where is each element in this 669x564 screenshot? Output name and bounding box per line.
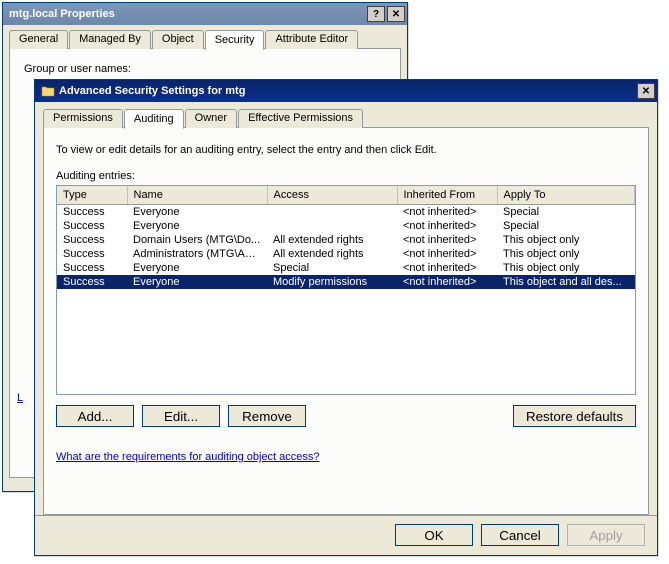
tab-effective-permissions[interactable]: Effective Permissions <box>238 109 363 128</box>
col-access[interactable]: Access <box>267 186 397 204</box>
cell-apply: This object only <box>497 247 635 261</box>
auditing-listview[interactable]: Type Name Access Inherited From Apply To… <box>56 185 636 395</box>
cell-name: Everyone <box>127 204 267 219</box>
cell-access <box>267 219 397 233</box>
col-name[interactable]: Name <box>127 186 267 204</box>
cell-access: All extended rights <box>267 233 397 247</box>
advanced-security-window: Advanced Security Settings for mtg ✕ Per… <box>34 79 658 556</box>
advanced-tabs: Permissions Auditing Owner Effective Per… <box>43 109 649 128</box>
cell-access: All extended rights <box>267 247 397 261</box>
cell-type: Success <box>57 204 127 219</box>
close-button[interactable]: ✕ <box>387 6 405 22</box>
auditing-buttons-row: Add... Edit... Remove Restore defaults <box>56 405 636 427</box>
properties-title: mtg.local Properties <box>9 8 367 20</box>
restore-defaults-button[interactable]: Restore defaults <box>513 405 636 427</box>
learn-link[interactable]: L <box>17 392 23 404</box>
tab-owner[interactable]: Owner <box>185 109 237 128</box>
cell-inh: <not inherited> <box>397 219 497 233</box>
cell-type: Success <box>57 247 127 261</box>
table-row[interactable]: SuccessEveryone <not inherited>Special <box>57 219 635 233</box>
listview-header-row: Type Name Access Inherited From Apply To <box>57 186 635 204</box>
cell-apply: Special <box>497 204 635 219</box>
cell-inh: <not inherited> <box>397 261 497 275</box>
close-button[interactable]: ✕ <box>637 83 655 99</box>
cell-apply: This object and all des... <box>497 275 635 289</box>
dialog-bottom-buttons: OK Cancel Apply <box>35 515 657 554</box>
instruction-text: To view or edit details for an auditing … <box>56 144 636 156</box>
auditing-panel: To view or edit details for an auditing … <box>43 127 649 515</box>
cell-inh: <not inherited> <box>397 275 497 289</box>
properties-titlebar: mtg.local Properties ? ✕ <box>3 3 407 25</box>
tab-security[interactable]: Security <box>205 30 265 50</box>
col-inherited-from[interactable]: Inherited From <box>397 186 497 204</box>
table-row[interactable]: SuccessEveryoneModify permissions<not in… <box>57 275 635 289</box>
tab-attribute-editor[interactable]: Attribute Editor <box>265 30 358 49</box>
cell-access: Modify permissions <box>267 275 397 289</box>
ok-button[interactable]: OK <box>395 524 473 546</box>
properties-tabs: General Managed By Object Security Attri… <box>9 30 401 49</box>
cell-access <box>267 204 397 219</box>
col-apply-to[interactable]: Apply To <box>497 186 635 204</box>
cancel-button[interactable]: Cancel <box>481 524 559 546</box>
apply-button[interactable]: Apply <box>567 524 645 546</box>
cell-name: Everyone <box>127 275 267 289</box>
cell-inh: <not inherited> <box>397 204 497 219</box>
cell-name: Domain Users (MTG\Do... <box>127 233 267 247</box>
tab-auditing[interactable]: Auditing <box>124 109 184 129</box>
auditing-entries-label: Auditing entries: <box>56 170 636 182</box>
group-user-names-label: Group or user names: <box>24 63 390 75</box>
tab-object[interactable]: Object <box>152 30 204 49</box>
tab-permissions[interactable]: Permissions <box>43 109 123 128</box>
cell-apply: This object only <box>497 233 635 247</box>
help-button[interactable]: ? <box>367 6 385 22</box>
table-row[interactable]: SuccessDomain Users (MTG\Do...All extend… <box>57 233 635 247</box>
help-link[interactable]: What are the requirements for auditing o… <box>56 451 320 463</box>
cell-type: Success <box>57 275 127 289</box>
cell-name: Everyone <box>127 219 267 233</box>
cell-type: Success <box>57 219 127 233</box>
cell-type: Success <box>57 233 127 247</box>
table-row[interactable]: SuccessEveryone <not inherited>Special <box>57 204 635 219</box>
cell-inh: <not inherited> <box>397 247 497 261</box>
cell-type: Success <box>57 261 127 275</box>
table-row[interactable]: SuccessAdministrators (MTG\Adm...All ext… <box>57 247 635 261</box>
add-button[interactable]: Add... <box>56 405 134 427</box>
tab-general[interactable]: General <box>9 30 68 49</box>
cell-apply: Special <box>497 219 635 233</box>
advanced-title: Advanced Security Settings for mtg <box>59 85 637 97</box>
edit-button[interactable]: Edit... <box>142 405 220 427</box>
cell-name: Everyone <box>127 261 267 275</box>
folder-icon <box>41 84 55 98</box>
remove-button[interactable]: Remove <box>228 405 306 427</box>
tab-managed-by[interactable]: Managed By <box>69 30 151 49</box>
cell-apply: This object only <box>497 261 635 275</box>
table-row[interactable]: SuccessEveryoneSpecial<not inherited>Thi… <box>57 261 635 275</box>
cell-inh: <not inherited> <box>397 233 497 247</box>
col-type[interactable]: Type <box>57 186 127 204</box>
cell-name: Administrators (MTG\Adm... <box>127 247 267 261</box>
advanced-titlebar: Advanced Security Settings for mtg ✕ <box>35 80 657 102</box>
cell-access: Special <box>267 261 397 275</box>
